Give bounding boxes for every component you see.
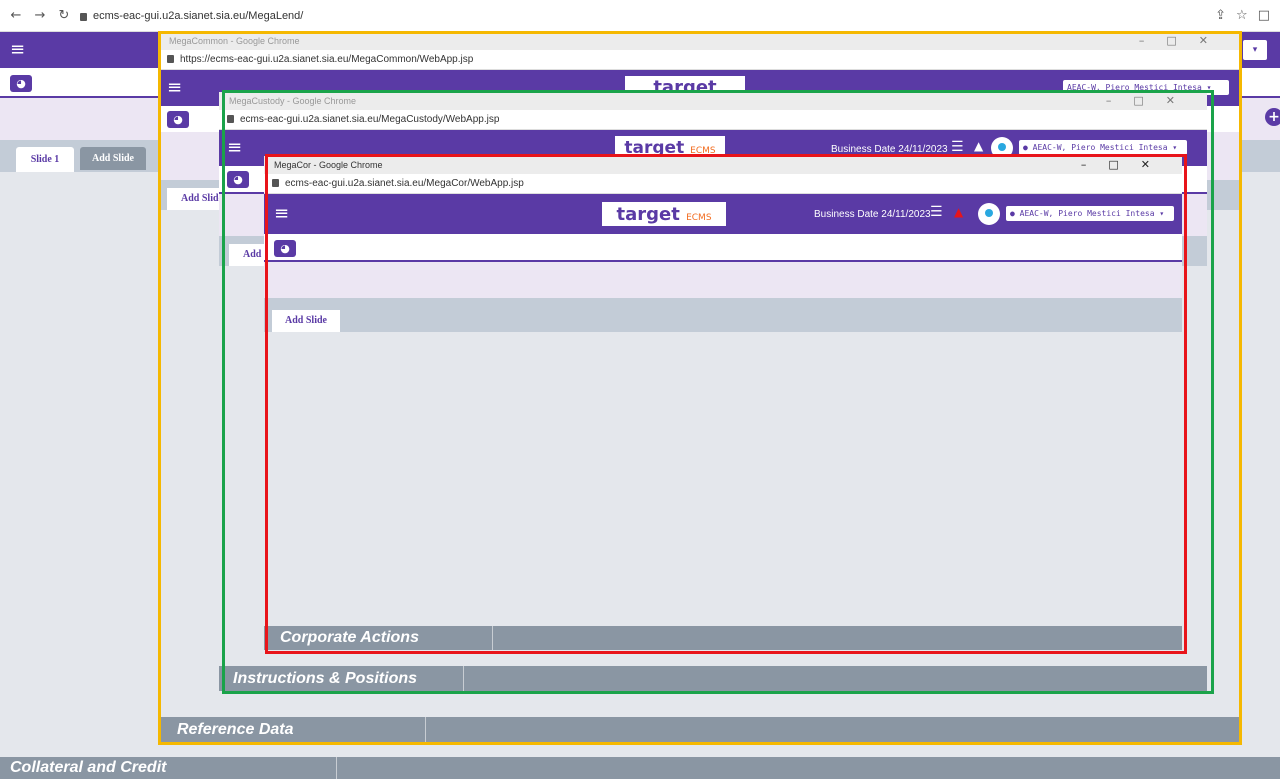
- menu-icon[interactable]: ≡: [10, 41, 25, 59]
- share-icon[interactable]: ⇪: [1215, 8, 1226, 23]
- collateral-credit-footer: Collateral and Credit: [0, 757, 1280, 779]
- user-menu-button[interactable]: ▾: [1243, 40, 1267, 60]
- tab-slide-1[interactable]: Slide 1: [16, 147, 74, 172]
- lock-icon: [80, 12, 87, 21]
- window-icon[interactable]: □: [1258, 8, 1270, 23]
- footer-title: Collateral and Credit: [10, 759, 167, 776]
- highlight-frame-red: [265, 154, 1187, 654]
- address-url[interactable]: ecms-eac-gui.u2a.sianet.sia.eu/MegaLend/: [93, 10, 303, 22]
- tab-add-slide[interactable]: Add Slide: [80, 147, 146, 170]
- star-icon[interactable]: ☆: [1236, 8, 1248, 23]
- forward-arrow-icon[interactable]: →: [32, 8, 48, 23]
- plus-circle-icon[interactable]: +: [1265, 108, 1280, 126]
- browser-address-bar: ← → ↻ ecms-eac-gui.u2a.sianet.sia.eu/Meg…: [0, 0, 1280, 32]
- reload-icon[interactable]: ↻: [56, 8, 72, 23]
- dashboard-icon[interactable]: ◕: [10, 75, 32, 92]
- back-arrow-icon[interactable]: ←: [8, 8, 24, 23]
- footer-divider: [336, 757, 337, 779]
